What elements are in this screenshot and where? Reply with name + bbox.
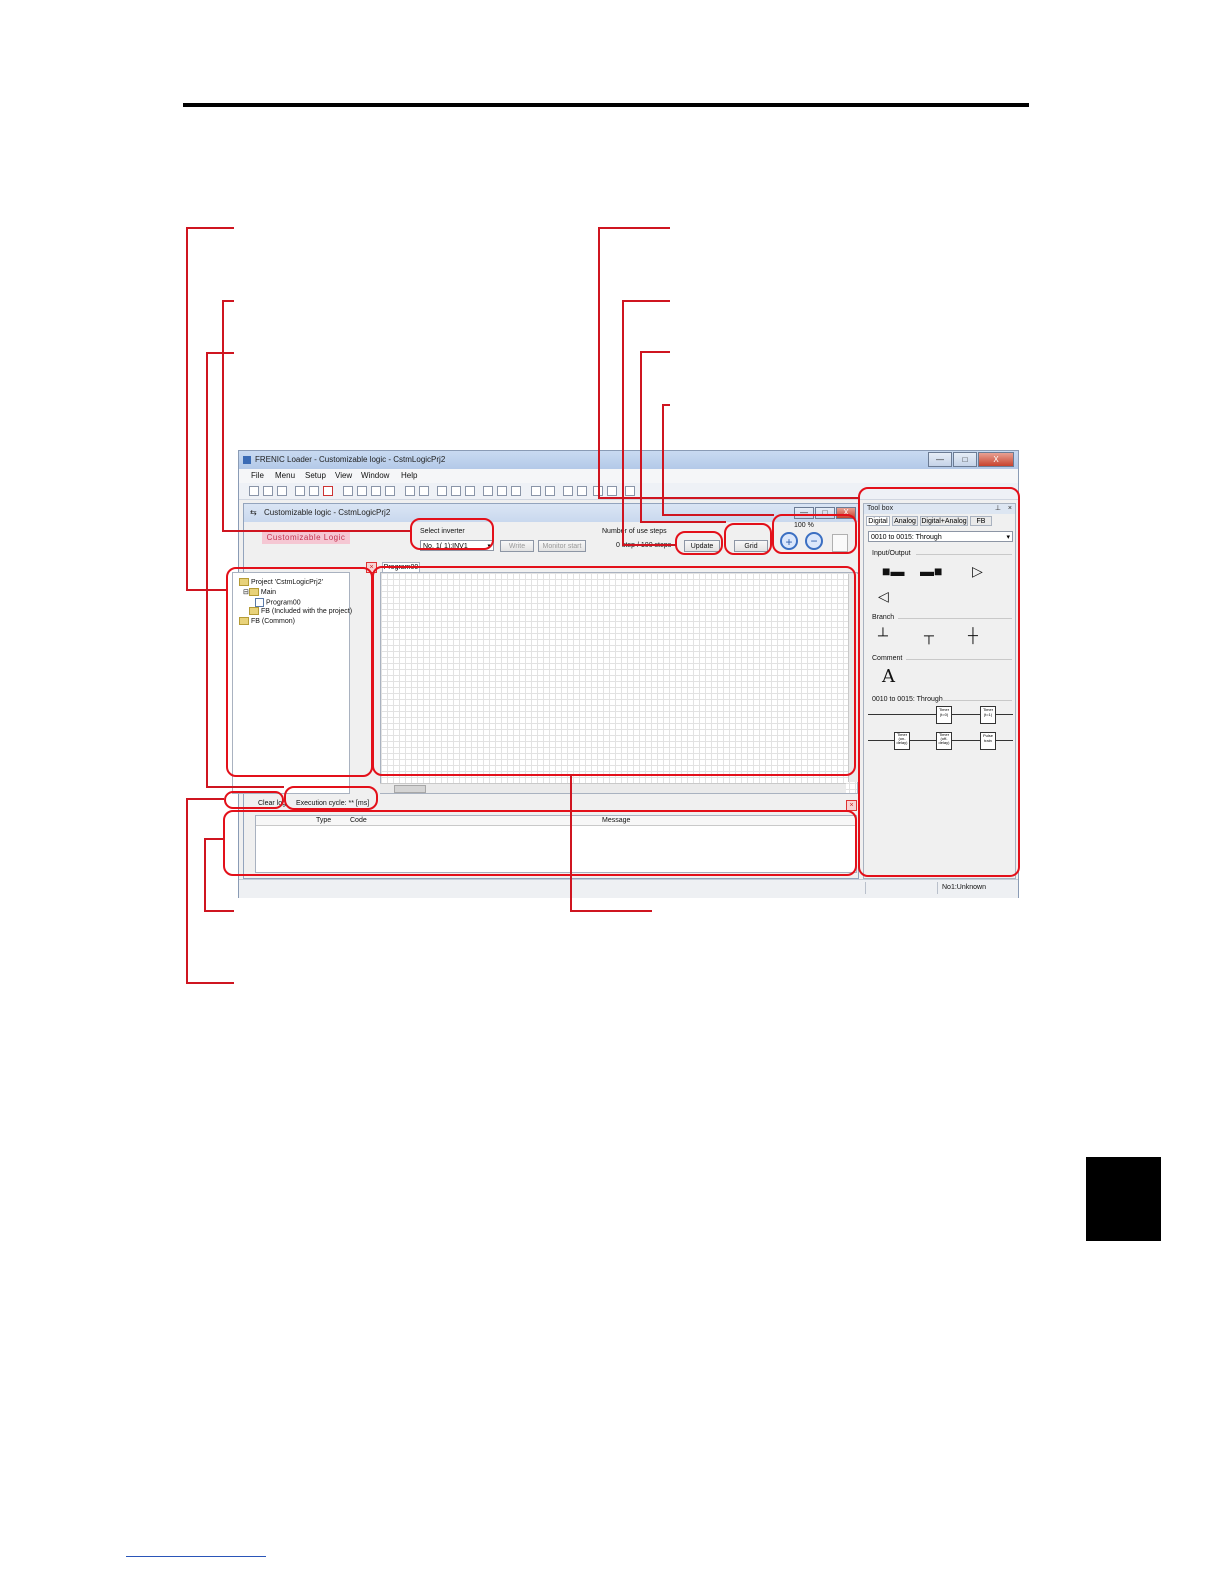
lightning-icon[interactable] <box>343 486 353 496</box>
annotation-canvas <box>372 566 856 776</box>
app-icon <box>243 456 251 464</box>
leader-line <box>206 786 284 788</box>
help-icon[interactable] <box>405 486 415 496</box>
customizable-logic-banner: Customizable Logic <box>262 532 350 544</box>
leader-line <box>204 838 224 840</box>
window-4-icon[interactable] <box>577 486 587 496</box>
leader-line <box>622 300 670 302</box>
leader-line <box>186 227 188 591</box>
gear-icon[interactable] <box>371 486 381 496</box>
steps-label: Number of use steps <box>602 528 667 535</box>
chapter-tab <box>1086 1157 1161 1241</box>
leader-line <box>640 351 642 523</box>
leader-line <box>186 798 188 984</box>
leader-line <box>204 838 206 912</box>
leader-line <box>570 774 572 912</box>
annotation-log <box>223 810 857 876</box>
status-cell-empty <box>865 882 936 894</box>
leader-line <box>186 798 224 800</box>
app-title: FRENIC Loader - Customizable logic - Cst… <box>255 455 446 464</box>
window-3-icon[interactable] <box>563 486 573 496</box>
close-button[interactable]: X <box>978 452 1014 467</box>
menu-bar: File Menu Setup View Window Help <box>239 469 1018 483</box>
tools-icon[interactable] <box>385 486 395 496</box>
child-title-bar: ⇆ Customizable logic - CstmLogicPrj2 — □… <box>244 504 858 522</box>
leader-line <box>662 514 774 516</box>
annotation-execution-cycle <box>284 786 378 810</box>
menu-help[interactable]: Help <box>401 469 417 483</box>
app-title-bar: FRENIC Loader - Customizable logic - Cst… <box>239 451 1018 469</box>
save-icon[interactable] <box>277 486 287 496</box>
print-preview-icon[interactable] <box>309 486 319 496</box>
print-icon[interactable] <box>295 486 305 496</box>
annotation-project-tree <box>226 567 373 777</box>
anchor-icon[interactable] <box>451 486 461 496</box>
leader-line <box>186 982 234 984</box>
open-icon[interactable] <box>263 486 273 496</box>
power-icon[interactable] <box>323 486 333 496</box>
monitor-start-button[interactable]: Monitor start <box>538 540 586 552</box>
menu-window[interactable]: Window <box>361 469 389 483</box>
annotation-select-inverter <box>410 518 494 550</box>
annotation-grid <box>724 523 772 555</box>
annotation-clear-log <box>224 791 284 809</box>
new-icon[interactable] <box>249 486 259 496</box>
scroll-thumb[interactable] <box>394 785 426 793</box>
menu-view[interactable]: View <box>335 469 352 483</box>
leader-line <box>662 404 664 516</box>
list-icon[interactable] <box>625 486 635 496</box>
annotation-update <box>675 531 723 555</box>
leader-line <box>622 300 624 546</box>
leader-line <box>206 352 208 788</box>
menu-menu[interactable]: Menu <box>275 469 295 483</box>
menu-setup[interactable]: Setup <box>305 469 326 483</box>
leader-line <box>640 351 670 353</box>
leader-line <box>222 530 410 532</box>
logic-icon[interactable] <box>437 486 447 496</box>
logic-icon: ⇆ <box>250 508 257 517</box>
annotation-zoom <box>772 514 857 554</box>
view-2-icon[interactable] <box>497 486 507 496</box>
leader-line <box>598 227 600 499</box>
menu-file[interactable]: File <box>251 469 264 483</box>
view-3-icon[interactable] <box>511 486 521 496</box>
horizontal-scrollbar[interactable] <box>380 783 846 793</box>
window-2-icon[interactable] <box>545 486 555 496</box>
maximize-button[interactable]: □ <box>953 452 977 467</box>
window-6-icon[interactable] <box>607 486 617 496</box>
check-icon[interactable] <box>465 486 475 496</box>
minimize-button[interactable]: — <box>928 452 952 467</box>
leader-line <box>186 227 234 229</box>
monitor-icon[interactable] <box>419 486 429 496</box>
leader-line <box>204 910 234 912</box>
child-title: Customizable logic - CstmLogicPrj2 <box>264 508 391 517</box>
leader-line <box>222 300 224 532</box>
leader-line <box>570 910 652 912</box>
leader-line <box>622 544 676 546</box>
leader-line <box>640 521 726 523</box>
leader-line <box>598 497 860 499</box>
footer-link-underline <box>126 1556 266 1557</box>
write-button[interactable]: Write <box>500 540 534 552</box>
view-1-icon[interactable] <box>483 486 493 496</box>
header-rule <box>183 103 1029 107</box>
status-bar: No1:Unknown <box>239 879 1018 898</box>
window-1-icon[interactable] <box>531 486 541 496</box>
leader-line <box>598 227 670 229</box>
leader-line <box>206 352 234 354</box>
status-inverter: No1:Unknown <box>937 882 1012 894</box>
info-icon[interactable] <box>357 486 367 496</box>
annotation-toolbox <box>858 487 1020 877</box>
